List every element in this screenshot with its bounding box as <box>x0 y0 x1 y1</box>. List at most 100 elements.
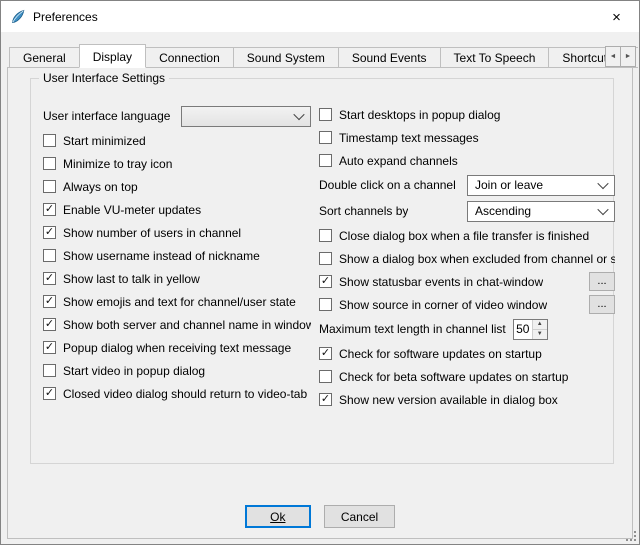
checkbox-label: Always on top <box>63 180 138 194</box>
checkbox-label: Show statusbar events in chat-window <box>339 275 543 289</box>
checkbox-row[interactable]: Show source in corner of video window... <box>319 293 615 316</box>
checkbox-label: Closed video dialog should return to vid… <box>63 387 307 401</box>
checkbox-row[interactable]: Check for beta software updates on start… <box>319 365 615 388</box>
checkbox-label: Timestamp text messages <box>339 131 479 145</box>
checkbox-label: Minimize to tray icon <box>63 157 172 171</box>
checkbox-row[interactable]: Show a dialog box when excluded from cha… <box>319 247 615 270</box>
more-options-button[interactable]: ... <box>589 295 615 314</box>
checkbox-label: Show new version available in dialog box <box>339 393 558 407</box>
tab-scroll-right-icon[interactable]: ► <box>620 46 636 67</box>
cancel-button[interactable]: Cancel <box>324 505 395 528</box>
checkbox-label: Show a dialog box when excluded from cha… <box>339 252 615 266</box>
app-icon <box>10 9 26 25</box>
checkbox[interactable] <box>43 364 56 377</box>
checkbox[interactable] <box>43 134 56 147</box>
checkbox-row[interactable]: Start minimized <box>43 129 311 152</box>
checkbox[interactable] <box>319 370 332 383</box>
checkbox-row[interactable]: ✓Enable VU-meter updates <box>43 198 311 221</box>
checkbox-row[interactable]: Start video in popup dialog <box>43 359 311 382</box>
spinner-value: 50 <box>514 320 532 339</box>
tab-sound-events[interactable]: Sound Events <box>338 47 441 68</box>
checkbox[interactable]: ✓ <box>43 387 56 400</box>
checkbox-row[interactable]: ✓ Show statusbar events in chat-window... <box>319 270 615 293</box>
checkbox[interactable] <box>319 108 332 121</box>
checkbox-label: Show emojis and text for channel/user st… <box>63 295 296 309</box>
checkbox[interactable]: ✓ <box>319 275 332 288</box>
tab-bar: GeneralDisplayConnectionSound SystemSoun… <box>9 44 638 68</box>
field-row: Sort channels by Ascending <box>319 198 615 224</box>
tab-general[interactable]: General <box>9 47 80 68</box>
tab-scroll-left-icon[interactable]: ◄ <box>605 46 621 67</box>
checkbox[interactable]: ✓ <box>319 393 332 406</box>
field-row: User interface language <box>43 103 311 129</box>
checkbox-row[interactable]: Timestamp text messages <box>319 126 615 149</box>
checkbox-label: Check for beta software updates on start… <box>339 370 568 384</box>
more-options-button[interactable]: ... <box>589 272 615 291</box>
checkbox[interactable]: ✓ <box>43 203 56 216</box>
checkbox-label: Show last to talk in yellow <box>63 272 200 286</box>
tab-display[interactable]: Display <box>79 44 146 68</box>
window-title: Preferences <box>33 10 98 24</box>
chevron-down-icon <box>597 204 608 215</box>
checkbox-row[interactable]: ✓Check for software updates on startup <box>319 342 615 365</box>
checkbox-row[interactable]: ✓Show number of users in channel <box>43 221 311 244</box>
dropdown-value: Ascending <box>475 204 591 218</box>
tab-sound-system[interactable]: Sound System <box>233 47 339 68</box>
max-text-length-spinner[interactable]: 50▲▼ <box>513 319 548 340</box>
checkbox-row[interactable]: Close dialog box when a file transfer is… <box>319 224 615 247</box>
field-row: Maximum text length in channel list 50▲▼ <box>319 316 615 342</box>
checkbox-label: Start minimized <box>63 134 146 148</box>
checkbox[interactable]: ✓ <box>43 226 56 239</box>
checkbox[interactable] <box>43 157 56 170</box>
checkbox-row[interactable]: Show username instead of nickname <box>43 244 311 267</box>
spin-down-icon[interactable]: ▼ <box>533 330 547 339</box>
checkbox[interactable] <box>319 154 332 167</box>
left-settings-column: User interface language Start minimized Mi… <box>43 103 311 405</box>
checkbox[interactable] <box>319 298 332 311</box>
field-label: Double click on a channel <box>319 178 456 192</box>
titlebar[interactable]: Preferences × <box>1 1 639 32</box>
checkbox-row[interactable]: ✓Popup dialog when receiving text messag… <box>43 336 311 359</box>
checkbox-row[interactable]: ✓Show both server and channel name in wi… <box>43 313 311 336</box>
checkbox-label: Start desktops in popup dialog <box>339 108 500 122</box>
tab-connection[interactable]: Connection <box>145 47 234 68</box>
checkbox[interactable]: ✓ <box>43 341 56 354</box>
checkbox-row[interactable]: Auto expand channels <box>319 149 615 172</box>
close-button[interactable]: × <box>594 1 639 32</box>
checkbox-row[interactable]: Start desktops in popup dialog <box>319 103 615 126</box>
tab-text-to-speech[interactable]: Text To Speech <box>440 47 550 68</box>
tab-scroll-control: ◄ ► <box>605 46 636 67</box>
checkbox[interactable]: ✓ <box>319 347 332 360</box>
checkbox-label: Close dialog box when a file transfer is… <box>339 229 589 243</box>
language-dropdown[interactable] <box>181 106 311 127</box>
checkbox[interactable] <box>43 249 56 262</box>
checkbox[interactable] <box>319 131 332 144</box>
checkbox-row[interactable]: ✓ Show last to talk in yellow <box>43 267 311 290</box>
field-label: Sort channels by <box>319 204 408 218</box>
checkbox-row[interactable]: Minimize to tray icon <box>43 152 311 175</box>
dialog-button-row: Ok Cancel <box>8 505 632 528</box>
chevron-down-icon <box>597 178 608 189</box>
double-click-dropdown[interactable]: Join or leave <box>467 175 615 196</box>
checkbox[interactable]: ✓ <box>43 318 56 331</box>
checkbox-row[interactable]: ✓ Show emojis and text for channel/user s… <box>43 290 311 313</box>
field-row: Double click on a channel Join or leave <box>319 172 615 198</box>
checkbox[interactable] <box>319 252 332 265</box>
checkbox-row[interactable]: ✓ Closed video dialog should return to vi… <box>43 382 311 405</box>
checkbox[interactable] <box>319 229 332 242</box>
dropdown-value: Join or leave <box>475 178 591 192</box>
spin-up-icon[interactable]: ▲ <box>533 320 547 330</box>
checkbox[interactable]: ✓ <box>43 272 56 285</box>
preferences-dialog: Preferences × GeneralDisplayConnectionSo… <box>0 0 640 545</box>
checkbox-label: Show source in corner of video window <box>339 298 547 312</box>
field-label: Maximum text length in channel list <box>319 322 506 336</box>
field-label: User interface language <box>43 109 170 123</box>
sort-channels-dropdown[interactable]: Ascending <box>467 201 615 222</box>
checkbox-row[interactable]: Always on top <box>43 175 311 198</box>
ok-button[interactable]: Ok <box>245 505 311 528</box>
checkbox-label: Show username instead of nickname <box>63 249 260 263</box>
checkbox[interactable]: ✓ <box>43 295 56 308</box>
checkbox-label: Start video in popup dialog <box>63 364 205 378</box>
checkbox-row[interactable]: ✓ Show new version available in dialog bo… <box>319 388 615 411</box>
checkbox[interactable] <box>43 180 56 193</box>
